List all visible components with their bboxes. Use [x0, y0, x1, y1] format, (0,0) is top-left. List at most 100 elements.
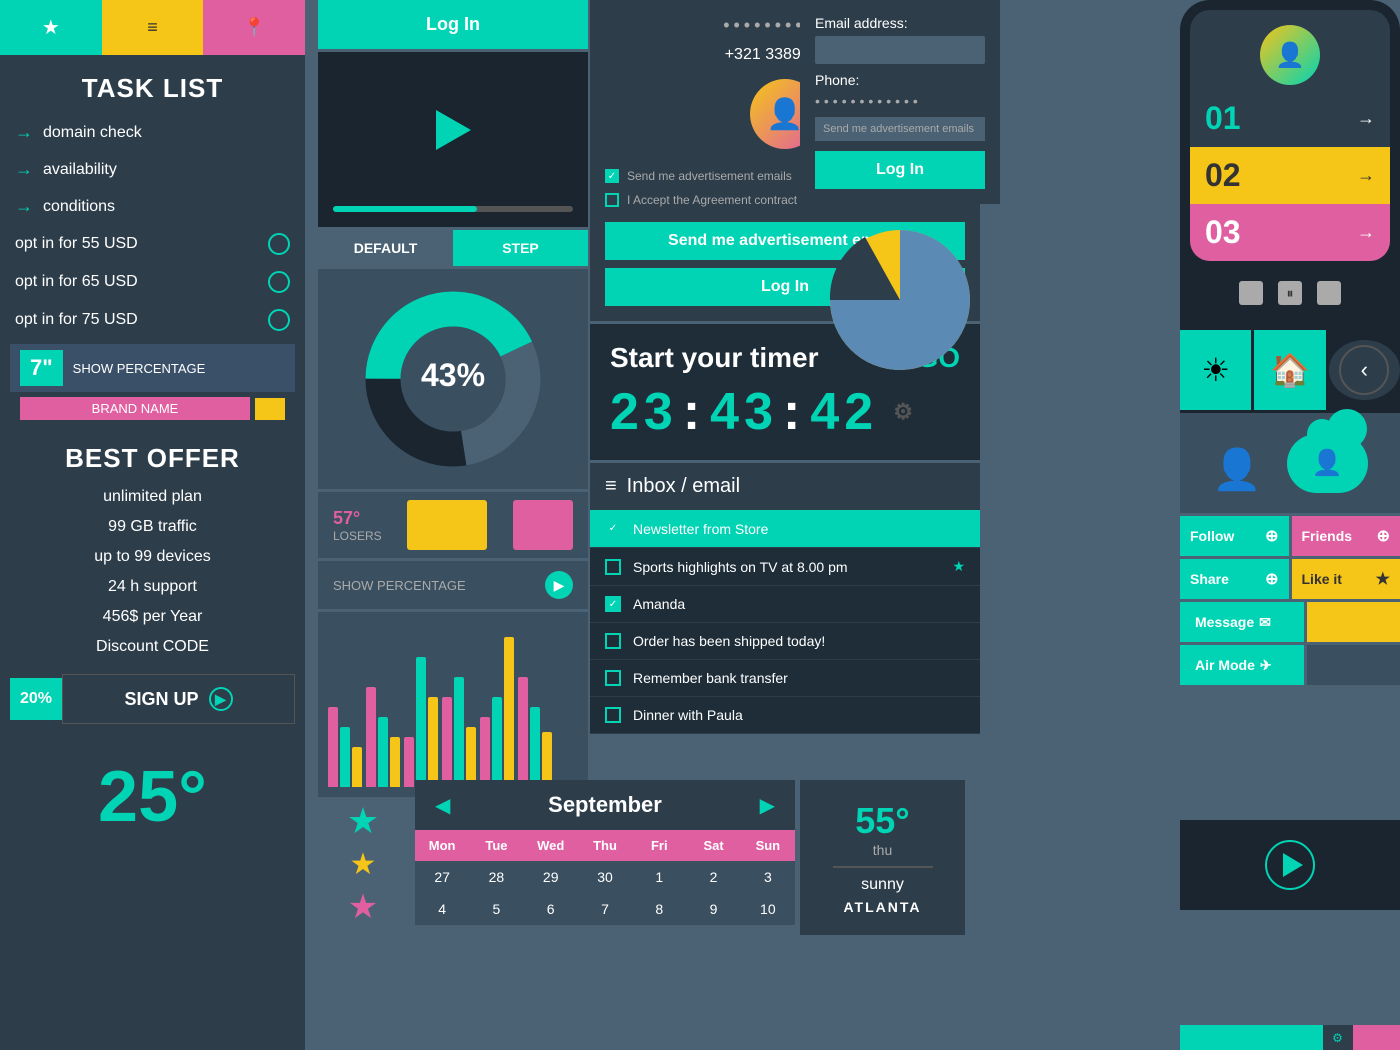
radio-label: opt in for 65 USD	[15, 273, 138, 291]
inbox-title: Inbox / email	[627, 475, 740, 498]
calendar-day[interactable]: 4	[415, 893, 469, 925]
calendar-day[interactable]: 2	[686, 861, 740, 893]
sun-icon-box[interactable]: ☀	[1180, 330, 1251, 410]
friends-label: Friends	[1302, 528, 1353, 544]
menu-button[interactable]: ≡	[102, 0, 204, 55]
radio-opt-65[interactable]: opt in for 65 USD	[0, 263, 305, 301]
pink-block	[513, 500, 573, 550]
back-button[interactable]: ‹	[1329, 340, 1400, 400]
radio-opt-75[interactable]: opt in for 75 USD	[0, 301, 305, 339]
bottom-strip: ⚙	[1180, 1025, 1400, 1050]
bar-group	[328, 707, 362, 787]
calendar-day[interactable]: 28	[469, 861, 523, 893]
inbox-item[interactable]: ✓ Newsletter from Store ★	[590, 510, 980, 548]
message-toggle[interactable]	[1307, 602, 1400, 642]
checkbox-icon[interactable]	[605, 707, 621, 723]
yellow-block	[407, 500, 487, 550]
login-button-mid[interactable]: Log In	[318, 0, 588, 49]
email-label: Email address:	[815, 15, 985, 31]
checkbox-checked-icon[interactable]: ✓	[605, 596, 621, 612]
inbox-item[interactable]: Remember bank transfer	[590, 660, 980, 697]
task-item[interactable]: → conditions	[0, 188, 305, 225]
like-button[interactable]: Like it ★	[1292, 559, 1400, 599]
bar	[480, 717, 490, 787]
calendar-day[interactable]: 7	[578, 893, 632, 925]
arrow-icon: →	[1357, 108, 1375, 129]
checkbox-checked-icon[interactable]: ✓	[605, 169, 619, 183]
radio-circle-icon[interactable]	[268, 271, 290, 293]
follow-button[interactable]: Follow ⊕	[1180, 516, 1289, 556]
phone-pause-btn[interactable]: ⏸	[1278, 281, 1302, 305]
home-icon-box[interactable]: 🏠	[1254, 330, 1325, 410]
losers-row: 57° LOSERS	[318, 492, 588, 558]
phone-play-btn[interactable]	[1317, 281, 1341, 305]
signup-button[interactable]: SIGN UP ▶	[62, 674, 295, 724]
radio-circle-icon[interactable]	[268, 309, 290, 331]
checkbox-icon[interactable]	[605, 670, 621, 686]
radio-circle-icon[interactable]	[268, 233, 290, 255]
back-icon[interactable]: ‹	[1339, 345, 1389, 395]
calendar-header: ◀ September ▶	[415, 780, 795, 830]
bottom-pink	[1353, 1025, 1400, 1050]
phone-list-item[interactable]: 02 →	[1190, 147, 1390, 204]
play-icon[interactable]	[436, 110, 471, 150]
right-login-button[interactable]: Log In	[815, 151, 985, 189]
show-pct-icon[interactable]: ▶	[545, 571, 573, 599]
task-list-header: TASK LIST	[0, 55, 305, 114]
checkbox-icon[interactable]	[605, 633, 621, 649]
video-player[interactable]	[318, 52, 588, 227]
show-pct-text: SHOW PERCENTAGE	[333, 578, 466, 593]
bar	[504, 637, 514, 787]
calendar-day[interactable]: 3	[741, 861, 795, 893]
tab-step[interactable]: STEP	[453, 230, 588, 266]
air-mode-button[interactable]: Air Mode ✈	[1180, 645, 1304, 685]
calendar-day[interactable]: 9	[686, 893, 740, 925]
gear-icon[interactable]: ⚙	[893, 399, 918, 425]
checkbox-icon[interactable]	[605, 559, 621, 575]
phone-list-item[interactable]: 01 →	[1190, 90, 1390, 147]
calendar-day[interactable]: 29	[524, 861, 578, 893]
radio-opt-55[interactable]: opt in for 55 USD	[0, 225, 305, 263]
calendar-day[interactable]: 6	[524, 893, 578, 925]
share-button[interactable]: Share ⊕	[1180, 559, 1289, 599]
inbox-item[interactable]: Dinner with Paula	[590, 697, 980, 734]
inbox-item-text: Dinner with Paula	[633, 707, 743, 723]
person-small-icon: 👤	[1312, 449, 1343, 478]
bottom-settings-icon[interactable]: ⚙	[1323, 1025, 1353, 1050]
offer-item: 24 h support	[0, 572, 305, 602]
menu-icon: ≡	[605, 475, 617, 498]
calendar-day[interactable]: 1	[632, 861, 686, 893]
checkbox-checked-icon[interactable]: ✓	[605, 521, 621, 537]
calendar-day[interactable]: 27	[415, 861, 469, 893]
calendar-day[interactable]: 10	[741, 893, 795, 925]
air-mode-toggle[interactable]	[1307, 645, 1400, 685]
inbox-item[interactable]: Sports highlights on TV at 8.00 pm ★	[590, 548, 980, 586]
timer-hours: 23	[610, 382, 678, 442]
calendar-prev-button[interactable]: ◀	[435, 793, 450, 818]
step-tabs: DEFAULT STEP	[318, 230, 588, 266]
star-icon: ★	[952, 558, 965, 575]
friends-button[interactable]: Friends ⊕	[1292, 516, 1400, 556]
calendar-next-button[interactable]: ▶	[760, 793, 775, 818]
phone-controls: ⏸	[1180, 271, 1400, 315]
task-item[interactable]: → domain check	[0, 114, 305, 151]
pin-button[interactable]: 📍	[203, 0, 305, 55]
play-button[interactable]	[1265, 840, 1315, 890]
inbox-item[interactable]: ✓ Amanda	[590, 586, 980, 623]
calendar-day[interactable]: 5	[469, 893, 523, 925]
phone-stop-btn[interactable]	[1239, 281, 1263, 305]
task-item[interactable]: → availability	[0, 151, 305, 188]
checkbox-label: I Accept the Agreement contract	[627, 193, 797, 207]
calendar-day[interactable]: 8	[632, 893, 686, 925]
tab-default[interactable]: DEFAULT	[318, 230, 453, 266]
phone-list-item[interactable]: 03 →	[1190, 204, 1390, 261]
plane-icon: ✈	[1260, 657, 1272, 674]
message-button[interactable]: Message ✉	[1180, 602, 1304, 642]
bottom-cyan	[1180, 1025, 1323, 1050]
calendar-day[interactable]: 30	[578, 861, 632, 893]
inbox-item[interactable]: Order has been shipped today!	[590, 623, 980, 660]
star-button[interactable]: ★	[0, 0, 102, 55]
cloud-icon: 👤	[1287, 434, 1368, 493]
checkbox-empty-icon[interactable]	[605, 193, 619, 207]
email-input[interactable]	[815, 36, 985, 64]
